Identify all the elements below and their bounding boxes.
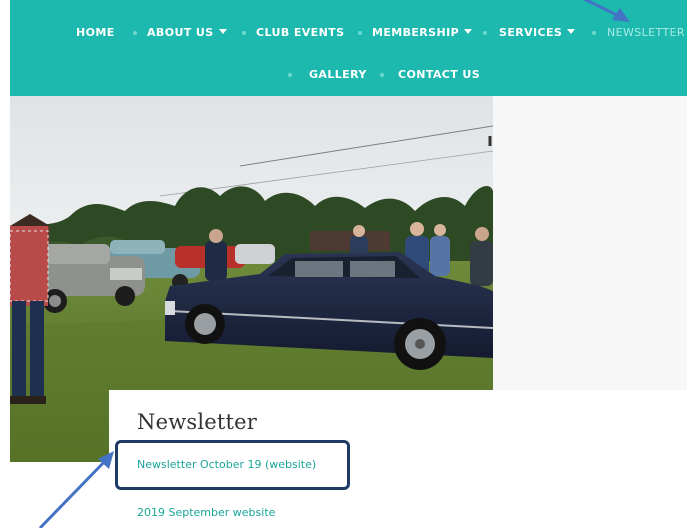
hero-side-panel bbox=[493, 96, 687, 390]
caret-down-icon bbox=[567, 29, 576, 34]
nav-separator bbox=[133, 31, 137, 35]
newsletter-link-october-19[interactable]: Newsletter October 19 (website) bbox=[137, 458, 316, 471]
nav-item-label: GALLERY bbox=[309, 68, 367, 81]
page-title: Newsletter bbox=[137, 410, 258, 434]
nav-item-label: ABOUT US bbox=[147, 26, 214, 39]
nav-item-label: CONTACT US bbox=[398, 68, 481, 81]
nav-item-label: MEMBERSHIP bbox=[372, 26, 460, 39]
nav-item-label: NEWSLETTER bbox=[607, 26, 685, 39]
nav-separator bbox=[288, 73, 292, 77]
nav-separator bbox=[592, 31, 596, 35]
nav-item-newsletter[interactable]: NEWSLETTER bbox=[607, 20, 685, 46]
main-navigation: HOME ABOUT US CLUB EVENTS MEMBERSHIP SER… bbox=[10, 0, 687, 96]
caret-down-icon bbox=[218, 29, 227, 34]
nav-item-about-us[interactable]: ABOUT US bbox=[147, 20, 227, 46]
nav-separator bbox=[483, 31, 487, 35]
nav-item-club-events[interactable]: CLUB EVENTS bbox=[256, 20, 344, 46]
nav-item-label: HOME bbox=[76, 26, 115, 39]
nav-row-secondary: GALLERY CONTACT US bbox=[10, 62, 687, 88]
nav-separator bbox=[380, 73, 384, 77]
nav-item-membership[interactable]: MEMBERSHIP bbox=[372, 20, 473, 46]
newsletter-link-september-2019[interactable]: 2019 September website bbox=[137, 506, 275, 519]
nav-item-services[interactable]: SERVICES bbox=[499, 20, 576, 46]
nav-item-label: CLUB EVENTS bbox=[256, 26, 345, 39]
content-card: Newsletter Newsletter October 19 (websit… bbox=[109, 390, 687, 528]
nav-separator bbox=[242, 31, 246, 35]
arrow-icon bbox=[38, 451, 114, 528]
nav-item-home[interactable]: HOME bbox=[76, 20, 115, 46]
nav-row-primary: HOME ABOUT US CLUB EVENTS MEMBERSHIP SER… bbox=[10, 20, 687, 46]
nav-item-contact-us[interactable]: CONTACT US bbox=[398, 62, 480, 88]
page: HOME ABOUT US CLUB EVENTS MEMBERSHIP SER… bbox=[0, 0, 687, 528]
left-margin bbox=[0, 0, 10, 528]
nav-separator bbox=[358, 31, 362, 35]
nav-item-label: SERVICES bbox=[499, 26, 563, 39]
nav-item-gallery[interactable]: GALLERY bbox=[309, 62, 367, 88]
caret-down-icon bbox=[464, 29, 473, 34]
